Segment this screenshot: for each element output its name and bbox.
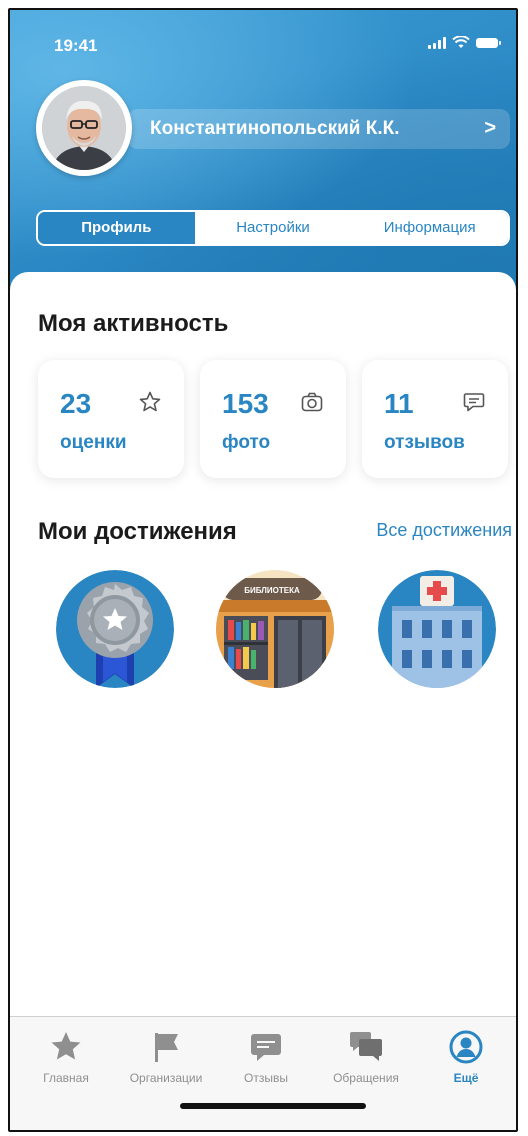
home-indicator <box>180 1103 366 1109</box>
reviews-count: 11 <box>384 388 414 419</box>
activity-title: Моя активность <box>38 310 229 337</box>
achievement-library[interactable]: БИБЛИОТЕКА <box>216 570 334 688</box>
achievement-medal[interactable] <box>56 570 174 688</box>
tab-more-label: Ещё <box>453 1071 479 1085</box>
star-outline-icon <box>139 391 161 412</box>
medal-badge-icon <box>56 570 174 688</box>
status-time: 19:41 <box>54 36 98 55</box>
tab-home-label: Главная <box>43 1071 89 1085</box>
tab-requests-label: Обращения <box>333 1071 399 1085</box>
profile-name-button[interactable]: Константинопольский К.К. > <box>128 109 510 149</box>
avatar[interactable] <box>36 80 132 176</box>
ratings-count: 23 <box>60 388 92 419</box>
tab-information[interactable]: Информация <box>351 212 508 244</box>
library-sign: БИБЛИОТЕКА <box>244 586 300 595</box>
reviews-card[interactable]: 11 отзывов <box>362 360 508 478</box>
star-icon <box>51 1032 81 1060</box>
chat-bubbles-icon <box>350 1032 382 1061</box>
ratings-card[interactable]: 23 оценки <box>38 360 184 478</box>
profile-header: 19:41 Константинопольский К.К. > Профиль… <box>10 10 516 310</box>
flag-icon <box>155 1033 178 1062</box>
comment-icon <box>463 393 485 412</box>
photos-card[interactable]: 153 фото <box>200 360 346 478</box>
achievements-title: Мои достижения <box>38 518 237 545</box>
camera-icon <box>301 392 323 412</box>
tab-more[interactable]: Ещё <box>416 1029 516 1085</box>
reviews-label: отзывов <box>384 432 465 453</box>
photos-label: фото <box>222 432 271 453</box>
battery-icon <box>476 37 501 48</box>
all-achievements-link[interactable]: Все достижения <box>376 520 512 541</box>
status-bar: 19:41 <box>10 10 516 80</box>
phone-screen: 19:41 Константинопольский К.К. > Профиль… <box>8 8 518 1132</box>
user-circle-icon <box>449 1030 483 1064</box>
profile-name: Константинопольский К.К. <box>150 118 400 139</box>
profile-segmented-control: Профиль Настройки Информация <box>36 210 510 246</box>
library-badge-icon: БИБЛИОТЕКА <box>216 570 334 688</box>
ratings-label: оценки <box>60 432 127 453</box>
bottom-tab-bar: Главная Организации Отзывы Обращения Ещё <box>10 1016 516 1130</box>
signal-icon <box>428 36 446 49</box>
hospital-badge-icon <box>378 570 496 688</box>
tab-profile[interactable]: Профиль <box>38 212 195 244</box>
tab-reviews[interactable]: Отзывы <box>216 1029 316 1085</box>
tab-requests[interactable]: Обращения <box>316 1029 416 1085</box>
achievement-hospital[interactable] <box>378 570 496 688</box>
tab-organizations-label: Организации <box>129 1071 203 1085</box>
tab-settings[interactable]: Настройки <box>194 212 352 244</box>
photos-count: 153 <box>222 388 269 419</box>
status-icons <box>428 36 501 49</box>
wifi-icon <box>452 36 470 48</box>
chat-bubble-icon <box>251 1034 281 1061</box>
tab-home[interactable]: Главная <box>16 1029 116 1085</box>
avatar-photo <box>42 86 126 170</box>
tab-organizations[interactable]: Организации <box>116 1029 216 1085</box>
chevron-right-icon: > <box>484 117 496 139</box>
tab-reviews-label: Отзывы <box>244 1071 288 1085</box>
